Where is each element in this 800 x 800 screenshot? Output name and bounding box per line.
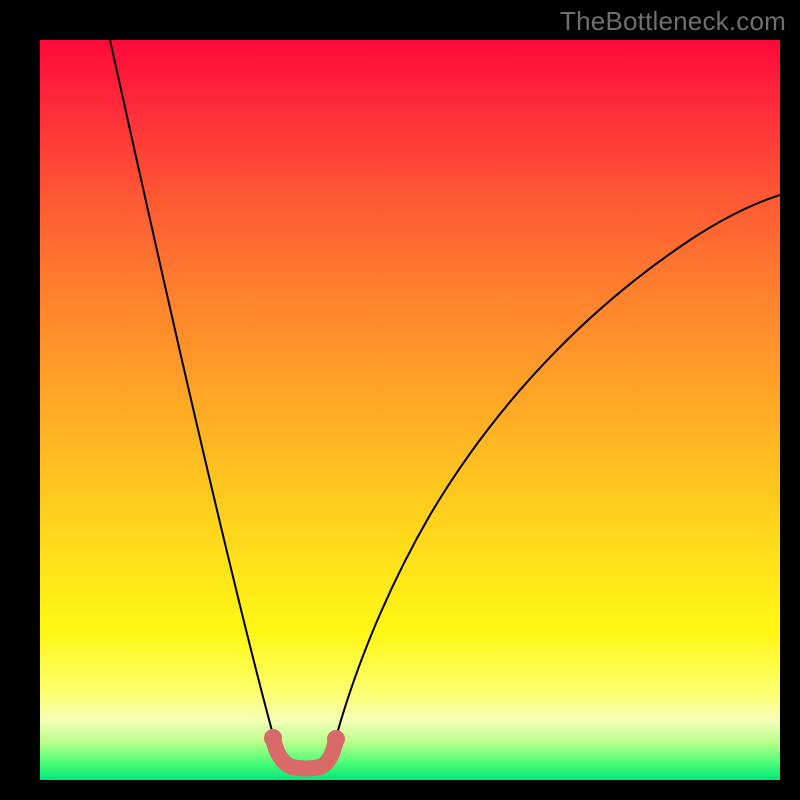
plot-area [40, 40, 780, 780]
valley-bump [273, 738, 336, 769]
watermark-text: TheBottleneck.com [560, 6, 786, 37]
curve-left-branch [110, 40, 280, 760]
curve-layer [40, 40, 780, 780]
curve-right-branch [330, 195, 780, 760]
chart-frame: TheBottleneck.com [0, 0, 800, 800]
valley-bump-dot-right [327, 730, 345, 748]
valley-bump-dot-left [264, 729, 282, 747]
